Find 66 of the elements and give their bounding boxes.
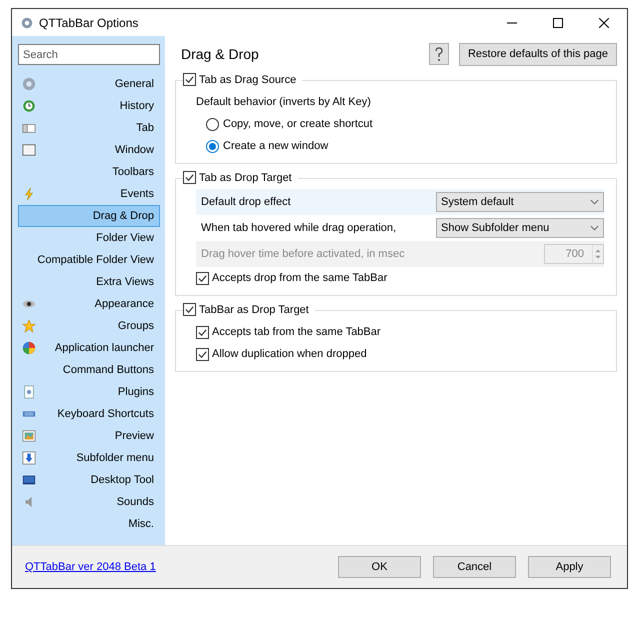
setting-label: Drag hover time before activated, in msec — [201, 248, 405, 260]
gear-icon — [22, 77, 36, 91]
group-checkbox[interactable]: Tab as Drag Source — [183, 73, 302, 86]
sidebar-item[interactable]: Misc. — [18, 513, 160, 535]
sidebar-item[interactable]: Drag & Drop — [18, 205, 160, 227]
description-text: Default behavior (inverts by Alt Key) — [196, 95, 372, 110]
sidebar-item[interactable]: Desktop Tool — [18, 469, 160, 491]
sidebar-item[interactable]: Events — [18, 183, 160, 205]
checkbox-option[interactable]: Accepts tab from the same TabBar — [196, 321, 604, 343]
setting-label: Default drop effect — [201, 196, 291, 208]
image-icon — [22, 429, 36, 443]
group-checkbox[interactable]: TabBar as Drop Target — [183, 303, 315, 316]
radio-option[interactable]: Create a new window — [196, 135, 604, 157]
checkbox-option[interactable]: Allow duplication when dropped — [196, 343, 604, 365]
sidebar-item[interactable]: Application launcher — [18, 337, 160, 359]
sidebar-item[interactable]: Compatible Folder View — [18, 249, 160, 271]
sidebar-item[interactable]: Tab — [18, 117, 160, 139]
sidebar-item[interactable]: Extra Views — [18, 271, 160, 293]
setting-label: When tab hovered while drag operation, — [201, 222, 396, 234]
sidebar-item[interactable]: Subfolder menu — [18, 447, 160, 469]
checkbox-option[interactable]: Accepts drop from the same TabBar — [196, 267, 604, 289]
spinner-arrows-icon — [592, 245, 603, 263]
tab-icon — [22, 121, 36, 135]
document-icon — [22, 385, 36, 399]
monitor-icon — [22, 473, 36, 487]
search-field[interactable]: Search — [18, 44, 160, 65]
check-icon — [197, 348, 208, 360]
sidebar-item[interactable]: Groups — [18, 315, 160, 337]
check-icon — [197, 272, 208, 284]
chevron-down-icon — [590, 199, 599, 205]
version-link[interactable]: QTTabBar ver 2048 Beta 1 — [25, 561, 156, 573]
sidebar-item[interactable]: General — [18, 73, 160, 95]
dialog-button[interactable]: OK — [338, 556, 421, 578]
sidebar-item[interactable]: Preview — [18, 425, 160, 447]
dropdown[interactable]: System default — [436, 192, 604, 212]
sidebar-item[interactable]: Toolbars — [18, 161, 160, 183]
dropdown[interactable]: Show Subfolder menu — [436, 218, 604, 238]
check-icon — [197, 326, 208, 338]
sidebar-item[interactable]: Sounds — [18, 491, 160, 513]
window-title: QTTabBar Options — [39, 16, 138, 30]
close-icon[interactable] — [599, 18, 609, 28]
lightning-icon — [22, 187, 36, 201]
sidebar-item[interactable]: Keyboard Shortcuts — [18, 403, 160, 425]
dialog-button[interactable]: Apply — [528, 556, 611, 578]
gear-icon — [20, 16, 34, 30]
sidebar-item[interactable]: Window — [18, 139, 160, 161]
help-icon[interactable] — [428, 43, 449, 65]
group-checkbox[interactable]: Tab as Drop Target — [183, 171, 298, 184]
dialog-button[interactable]: Cancel — [433, 556, 516, 578]
page-heading: Drag & Drop — [180, 46, 259, 62]
restore-defaults-button[interactable]: Restore defaults of this page — [458, 42, 617, 66]
star-icon — [22, 319, 36, 333]
window-icon — [22, 143, 36, 157]
sidebar-item[interactable]: Plugins — [18, 381, 160, 403]
radio-option[interactable]: Copy, move, or create shortcut — [196, 113, 604, 135]
check-icon — [184, 304, 195, 315]
maximize-icon[interactable] — [553, 18, 563, 28]
sidebar-item[interactable]: Folder View — [18, 227, 160, 249]
clock-icon — [22, 99, 36, 113]
check-icon — [184, 74, 195, 85]
sidebar-item[interactable]: History — [18, 95, 160, 117]
sidebar-item[interactable]: Command Buttons — [18, 359, 160, 381]
chevron-down-icon — [590, 225, 599, 231]
globe-icon — [22, 341, 36, 355]
sidebar-item[interactable]: Appearance — [18, 293, 160, 315]
check-icon — [184, 172, 195, 183]
